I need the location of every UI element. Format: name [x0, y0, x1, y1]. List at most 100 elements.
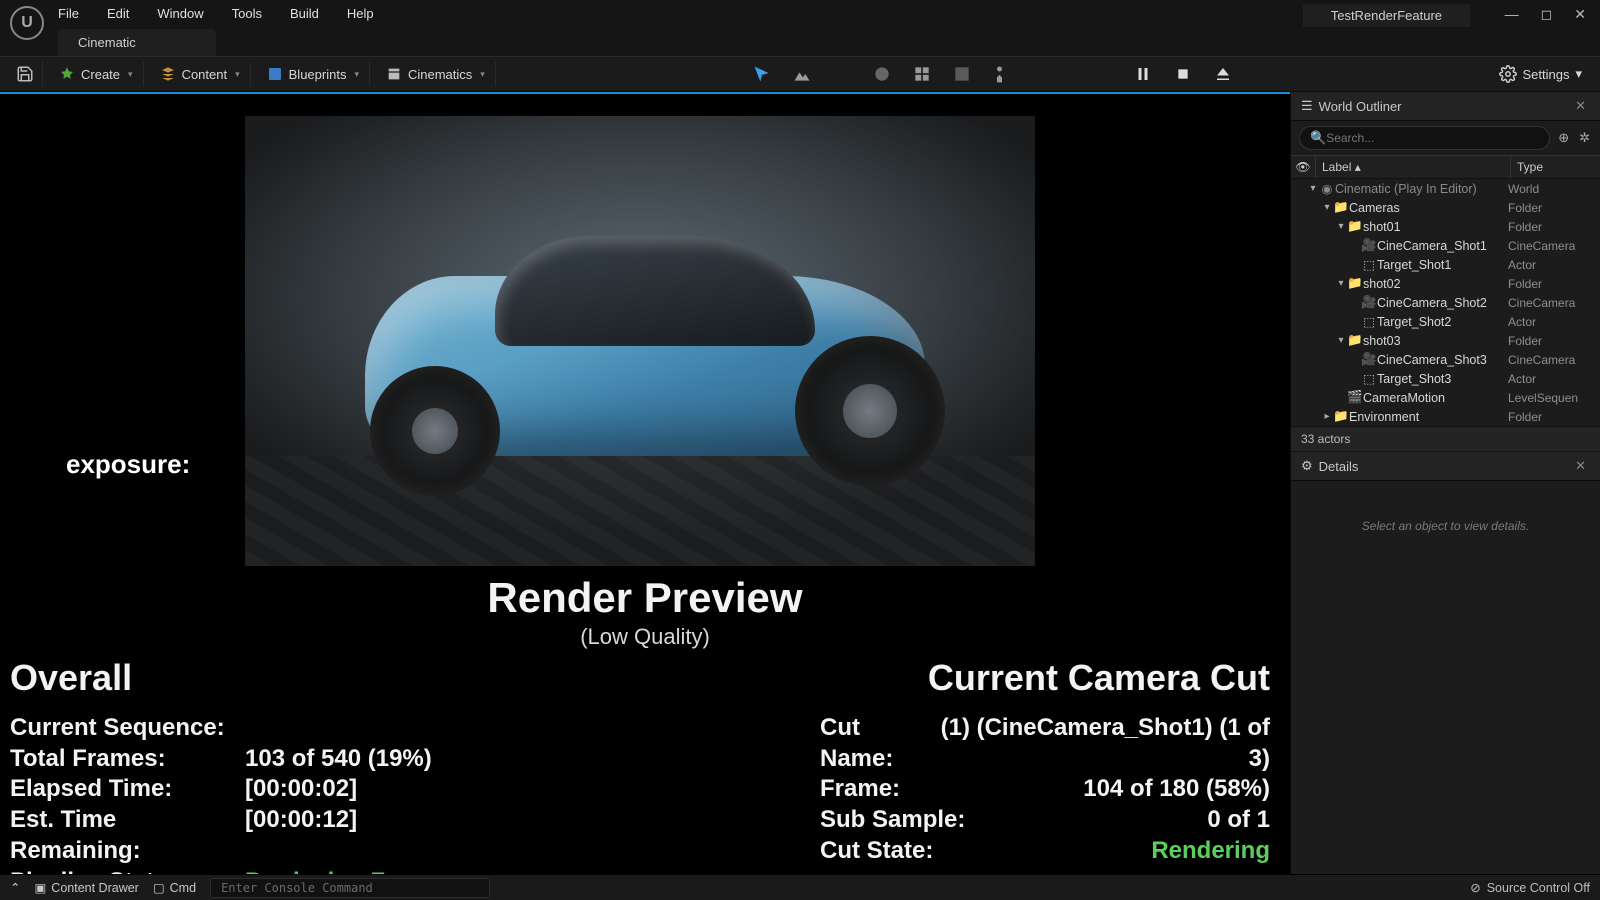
landscape-icon[interactable]	[791, 63, 813, 85]
close-tab-icon[interactable]: ✕	[1571, 98, 1590, 114]
preview-title: Render Preview	[0, 574, 1290, 622]
brush-icon[interactable]	[951, 63, 973, 85]
expand-icon[interactable]: ▸	[1321, 411, 1333, 422]
mesh-paint-icon[interactable]	[871, 63, 893, 85]
overall-stats: Overall Current Sequence:Total Frames:10…	[10, 657, 456, 897]
type-column[interactable]: Type	[1510, 156, 1600, 178]
outliner-header: 👁 Label ▴ Type	[1291, 155, 1600, 179]
tree-item-type: Folder	[1508, 410, 1600, 424]
tree-row[interactable]: ▾📁shot01Folder	[1291, 217, 1600, 236]
settings-button[interactable]: Settings ▾	[1489, 61, 1593, 87]
label-column[interactable]: Label ▴	[1315, 156, 1510, 178]
create-button[interactable]: Create ▾	[49, 62, 144, 86]
cmd-button[interactable]: ▢ Cmd	[153, 880, 196, 895]
tree-item-type: Actor	[1508, 315, 1600, 329]
menu-window[interactable]: Window	[157, 6, 203, 21]
search-input[interactable]	[1326, 131, 1539, 145]
outliner-icon: ☰	[1301, 98, 1313, 114]
folder-icon: 📁	[1347, 333, 1363, 348]
tree-row[interactable]: ▸📁EnvironmentFolder	[1291, 407, 1600, 426]
tree-row[interactable]: ⬚Target_Shot3Actor	[1291, 369, 1600, 388]
menu-tools[interactable]: Tools	[232, 6, 262, 21]
tree-row[interactable]: 🎥CineCamera_Shot1CineCamera	[1291, 236, 1600, 255]
outliner-tab[interactable]: ☰ World Outliner ✕	[1291, 92, 1600, 121]
menu-help[interactable]: Help	[347, 6, 374, 21]
source-control-status[interactable]: ⊘ Source Control Off	[1470, 880, 1590, 895]
cam-icon: 🎥	[1361, 238, 1377, 253]
level-tab[interactable]: Cinematic	[58, 29, 216, 56]
tree-item-label: Target_Shot2	[1377, 315, 1451, 329]
window-controls: — ◻ ✕	[1505, 6, 1586, 23]
tree-item-type: Folder	[1508, 334, 1600, 348]
tree-row[interactable]: 🎬CameraMotion LevelSequen	[1291, 388, 1600, 407]
app-logo: U	[10, 6, 44, 40]
expand-icon[interactable]: ▾	[1335, 335, 1347, 346]
tree-row[interactable]: ▾📁shot02Folder	[1291, 274, 1600, 293]
tree-row[interactable]: 🎥CineCamera_Shot3CineCamera	[1291, 350, 1600, 369]
close-tab-icon[interactable]: ✕	[1571, 458, 1590, 474]
tree-item-label: CameraMotion	[1363, 391, 1445, 405]
tree-row[interactable]: ▾📁shot03Folder	[1291, 331, 1600, 350]
eject-icon[interactable]	[1212, 63, 1234, 85]
content-drawer-button[interactable]: ▣ Content Drawer	[34, 880, 138, 895]
folder-icon: 📁	[1347, 276, 1363, 291]
actor-icon: ⬚	[1361, 371, 1377, 386]
console-input[interactable]: Enter Console Command	[210, 878, 490, 898]
menu-file[interactable]: File	[58, 6, 79, 21]
seq-icon: 🎬	[1347, 390, 1363, 405]
content-button[interactable]: Content ▾	[150, 62, 251, 86]
save-button[interactable]	[8, 61, 43, 87]
visibility-column-icon[interactable]: 👁	[1291, 156, 1315, 178]
foliage-icon[interactable]	[831, 63, 853, 85]
tree-item-type: LevelSequen	[1508, 391, 1600, 405]
cut-heading: Current Camera Cut	[820, 657, 1270, 699]
filter-add-icon[interactable]: ⊕	[1556, 128, 1571, 148]
project-name: TestRenderFeature	[1303, 4, 1470, 27]
save-icon	[16, 65, 34, 83]
content-label: Content	[182, 67, 228, 82]
close-icon[interactable]: ✕	[1574, 6, 1586, 23]
menu-build[interactable]: Build	[290, 6, 319, 21]
tree-row[interactable]: ⬚Target_Shot2 Actor	[1291, 312, 1600, 331]
tree-item-type: Folder	[1508, 277, 1600, 291]
tree-row[interactable]: 🎥CineCamera_Shot2CineCamera	[1291, 293, 1600, 312]
expand-drawer-icon[interactable]: ⌃	[10, 880, 20, 895]
maximize-icon[interactable]: ◻	[1541, 6, 1553, 23]
outliner-title: World Outliner	[1319, 99, 1402, 114]
tree-row[interactable]: ▾◉Cinematic (Play In Editor)World	[1291, 179, 1600, 198]
pause-icon[interactable]	[1132, 63, 1154, 85]
tree-row[interactable]: ⬚Target_Shot1Actor	[1291, 255, 1600, 274]
tree-row[interactable]: ▾📁CamerasFolder	[1291, 198, 1600, 217]
stat-row: Cut Name:(1) (CineCamera_Shot1) (1 of 3)	[820, 713, 1270, 774]
actor-icon: ⬚	[1361, 314, 1377, 329]
tree-item-label: CineCamera_Shot3	[1377, 353, 1487, 367]
select-mode-icon[interactable]	[751, 63, 773, 85]
stat-row: Cut State:Rendering	[820, 836, 1270, 867]
tree-item-label: Cinematic (Play In Editor)	[1335, 182, 1477, 196]
blueprints-button[interactable]: Blueprints ▾	[257, 62, 370, 86]
expand-icon[interactable]: ▾	[1335, 278, 1347, 289]
expand-icon[interactable]: ▾	[1307, 183, 1319, 194]
tree-item-type: CineCamera	[1508, 353, 1600, 367]
fracture-icon[interactable]	[911, 63, 933, 85]
menu-edit[interactable]: Edit	[107, 6, 129, 21]
cinematics-button[interactable]: Cinematics ▾	[376, 62, 496, 86]
tree-item-type: CineCamera	[1508, 239, 1600, 253]
viewport[interactable]: exposure: Render Preview (Low Quality) O…	[0, 92, 1290, 874]
outliner-search[interactable]: 🔍	[1299, 126, 1550, 150]
actor-icon: ⬚	[1361, 257, 1377, 272]
stop-icon[interactable]	[1172, 63, 1194, 85]
settings-small-icon[interactable]: ✲	[1577, 128, 1592, 148]
outliner-tree[interactable]: ▾◉Cinematic (Play In Editor)World▾📁Camer…	[1291, 179, 1600, 426]
right-panel: ☰ World Outliner ✕ 🔍 ⊕ ✲ 👁 Label ▴ Type …	[1290, 92, 1600, 874]
settings-label: Settings	[1523, 67, 1570, 82]
expand-icon[interactable]: ▾	[1321, 202, 1333, 213]
details-tab[interactable]: ⚙ Details ✕	[1291, 452, 1600, 481]
tree-item-type: Folder	[1508, 201, 1600, 215]
stat-row: Sub Sample:0 of 1	[820, 805, 1270, 836]
animation-icon[interactable]	[991, 63, 1013, 85]
expand-icon[interactable]: ▾	[1335, 221, 1347, 232]
minimize-icon[interactable]: —	[1505, 6, 1519, 23]
level-tab-row: Cinematic	[0, 26, 1600, 56]
folder-icon: 📁	[1347, 219, 1363, 234]
